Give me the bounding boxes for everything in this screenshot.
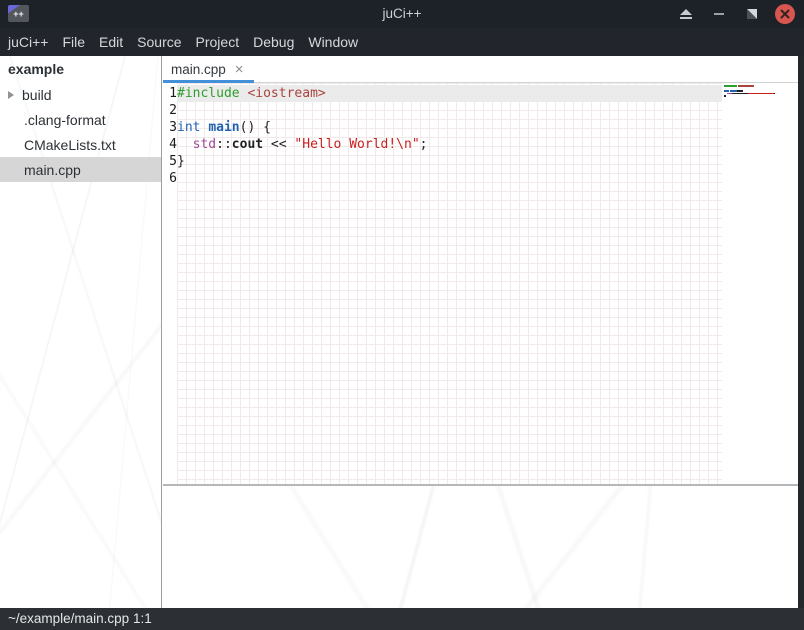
tree-root-example[interactable]: example [0,56,161,82]
editor-column: main.cpp × 123456 #include <iostream>int… [163,56,798,608]
menu-source[interactable]: Source [130,28,188,56]
line-number: 4 [163,136,177,153]
minimap[interactable] [722,83,798,484]
tree-item-main-cpp[interactable]: main.cpp [0,157,161,182]
minimap-line [724,90,729,92]
tab-label: main.cpp [171,62,226,77]
tree-item-clang-format[interactable]: .clang-format [0,107,161,132]
restore-button[interactable] [742,4,762,24]
tab-close-icon[interactable]: × [235,62,244,77]
tree-item-label: main.cpp [24,162,81,178]
code-editor[interactable]: 123456 #include <iostream>int main() { s… [163,83,798,484]
menu-juci[interactable]: juCi++ [1,28,55,56]
minimize-icon [713,8,725,20]
file-tree: example build .clang-format CMakeLists.t… [0,56,162,608]
minimap-line [737,90,743,92]
close-icon [780,9,790,19]
menu-debug[interactable]: Debug [246,28,301,56]
menubar: juCi++ File Edit Source Project Debug Wi… [0,28,804,56]
line-numbers: 123456 [163,83,177,484]
terminal-panel[interactable] [163,486,798,608]
tree-item-build[interactable]: build [0,82,161,107]
code-line: int main() { [177,119,722,136]
restore-icon [746,8,758,20]
minimize-button[interactable] [709,4,729,24]
tree-item-cmakelists[interactable]: CMakeLists.txt [0,132,161,157]
code-line: #include <iostream> [177,85,722,102]
minimap-line [724,95,726,97]
window-right-edge [798,56,804,608]
menu-project[interactable]: Project [189,28,247,56]
minimap-line [738,85,754,87]
line-number: 5 [163,153,177,170]
menu-edit[interactable]: Edit [92,28,130,56]
minimap-line [774,93,776,95]
tree-item-label: build [22,87,52,103]
shade-button[interactable] [676,4,696,24]
code-line: std::cout << "Hello World!\n"; [177,136,722,153]
main-area: example build .clang-format CMakeLists.t… [0,56,804,608]
tabbar: main.cpp × [163,56,798,83]
menu-file[interactable]: File [55,28,92,56]
line-number: 1 [163,85,177,102]
status-file-location: ~/example/main.cpp 1:1 [8,611,152,626]
code-line [177,102,722,119]
line-number: 3 [163,119,177,136]
titlebar: ++ juCi++ [0,0,804,28]
line-number: 2 [163,102,177,119]
line-number: 6 [163,170,177,187]
tree-item-label: .clang-format [24,112,106,128]
tab-main-cpp[interactable]: main.cpp × [163,56,254,82]
chevron-right-icon[interactable] [8,91,14,99]
close-button[interactable] [775,4,795,24]
minimap-line [724,85,737,87]
app-window: ++ juCi++ [0,0,804,630]
statusbar: ~/example/main.cpp 1:1 [0,608,804,630]
code-lines[interactable]: #include <iostream>int main() { std::cou… [177,83,722,484]
code-line [177,170,722,187]
menu-window[interactable]: Window [301,28,365,56]
window-controls [676,0,795,28]
tree-item-label: CMakeLists.txt [24,137,116,153]
minimap-line [748,93,774,95]
code-line: } [177,153,722,170]
shade-icon [679,8,693,20]
